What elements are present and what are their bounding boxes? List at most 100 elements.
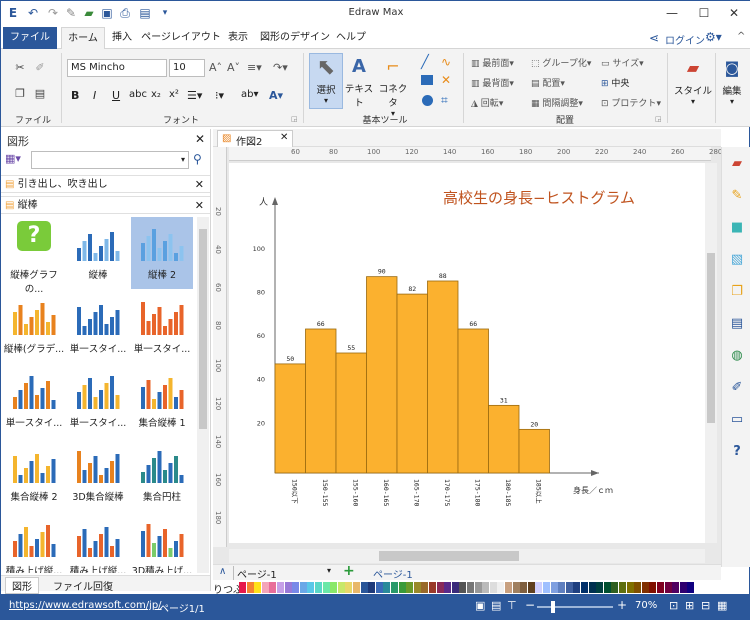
close-button[interactable]: ✕ bbox=[719, 3, 749, 23]
center-button[interactable]: ⊞ 中央 bbox=[601, 76, 629, 89]
color-swatch[interactable] bbox=[307, 582, 315, 593]
color-swatch[interactable] bbox=[269, 582, 277, 593]
ellipse-tool-icon[interactable] bbox=[422, 95, 433, 106]
canvas-hscrollbar[interactable] bbox=[229, 549, 705, 563]
highlight-icon[interactable]: ab▾ bbox=[241, 89, 259, 100]
color-swatch[interactable] bbox=[489, 582, 497, 593]
zoom-slider-thumb[interactable] bbox=[551, 601, 555, 613]
shape-item[interactable]: 積み上げ縦... bbox=[67, 513, 129, 573]
shape-item[interactable]: 単一スタイ... bbox=[3, 365, 65, 437]
zoom-slider[interactable] bbox=[537, 601, 613, 613]
color-swatch[interactable] bbox=[398, 582, 406, 593]
fit-width-icon[interactable]: ⊞ bbox=[685, 599, 694, 612]
color-swatch[interactable] bbox=[649, 582, 657, 593]
italic-icon[interactable]: I bbox=[93, 89, 96, 102]
align-button[interactable]: ▤ 配置▾ bbox=[531, 76, 565, 89]
tab-shape-design[interactable]: 図形のデザイン bbox=[257, 27, 333, 49]
minimize-button[interactable]: — bbox=[657, 3, 687, 23]
color-swatch[interactable] bbox=[611, 582, 619, 593]
color-swatch[interactable] bbox=[596, 582, 604, 593]
color-swatch[interactable] bbox=[421, 582, 429, 593]
shadow-icon[interactable]: ■ bbox=[728, 219, 746, 237]
rectangle-tool-icon[interactable] bbox=[421, 75, 433, 85]
color-swatch[interactable] bbox=[277, 582, 284, 593]
underline-icon[interactable]: U bbox=[112, 89, 120, 102]
color-swatch[interactable] bbox=[505, 582, 512, 593]
color-swatch[interactable] bbox=[459, 582, 467, 593]
color-swatch[interactable] bbox=[239, 582, 246, 593]
font-dialog-launcher-icon[interactable]: ◲ bbox=[291, 115, 298, 123]
color-swatch[interactable] bbox=[330, 582, 338, 593]
paste-icon[interactable]: ▤ bbox=[33, 87, 47, 101]
layers-icon[interactable]: ❐ bbox=[728, 283, 746, 301]
add-page-icon[interactable]: + bbox=[343, 563, 355, 579]
edit-button[interactable]: ◙ 編集 ▾ bbox=[717, 53, 747, 113]
close-icon[interactable]: ✕ bbox=[280, 132, 288, 143]
style-button[interactable]: ▰ スタイル ▾ bbox=[673, 53, 713, 113]
presentation-icon[interactable]: ⊤ bbox=[507, 599, 517, 612]
shape-item[interactable]: 単一スタイ... bbox=[131, 291, 193, 363]
color-swatch[interactable] bbox=[634, 582, 642, 593]
canvas-vscrollbar[interactable] bbox=[705, 163, 717, 543]
collapse-ribbon-icon[interactable]: ^ bbox=[737, 31, 745, 42]
bring-front-button[interactable]: ▥ 最前面▾ bbox=[471, 56, 514, 69]
text-direction-icon[interactable]: ↷▾ bbox=[273, 61, 288, 74]
cut-icon[interactable]: ✂ bbox=[13, 61, 27, 75]
line-icon[interactable]: ✎ bbox=[728, 187, 746, 205]
color-swatch[interactable] bbox=[565, 582, 573, 593]
expand-pages-icon[interactable]: ∧ bbox=[219, 566, 226, 577]
close-icon[interactable]: ✕ bbox=[195, 176, 204, 194]
font-color-icon[interactable]: A▾ bbox=[269, 89, 283, 102]
color-swatch[interactable] bbox=[467, 582, 474, 593]
rotate-button[interactable]: ◮ 回転▾ bbox=[471, 96, 503, 109]
library-columns[interactable]: ▤ 縦棒 ✕ bbox=[1, 196, 210, 214]
color-swatch[interactable] bbox=[679, 582, 687, 593]
shape-item[interactable]: 集合縦棒 1 bbox=[131, 365, 193, 437]
color-swatch[interactable] bbox=[497, 582, 505, 593]
color-swatch[interactable] bbox=[588, 582, 596, 593]
format-painter-icon[interactable]: ✐ bbox=[33, 61, 47, 75]
bullets-icon[interactable]: ⁝▾ bbox=[215, 89, 224, 102]
scroll-thumb[interactable] bbox=[707, 253, 715, 423]
color-swatch[interactable] bbox=[558, 582, 566, 593]
spacing-button[interactable]: ▦ 間隔調整▾ bbox=[531, 96, 583, 109]
color-swatch[interactable] bbox=[520, 582, 528, 593]
page-tab[interactable]: ページ-1 bbox=[373, 566, 413, 581]
tab-insert[interactable]: 挿入 bbox=[107, 27, 137, 49]
close-icon[interactable]: ✕ bbox=[195, 132, 205, 146]
fit-page-icon[interactable]: ⊡ bbox=[669, 599, 678, 612]
color-swatch[interactable] bbox=[345, 582, 353, 593]
font-name-select[interactable]: MS Mincho bbox=[67, 59, 167, 77]
color-swatch[interactable] bbox=[672, 582, 680, 593]
zoom-in-button[interactable]: + bbox=[617, 598, 627, 612]
curve-tool-icon[interactable]: ∿ bbox=[441, 55, 451, 69]
scroll-thumb[interactable] bbox=[199, 229, 207, 429]
color-swatch[interactable] bbox=[619, 582, 626, 593]
color-swatch[interactable] bbox=[436, 582, 444, 593]
grow-font-icon[interactable]: A˄ bbox=[209, 61, 222, 74]
scroll-thumb[interactable] bbox=[379, 551, 519, 561]
shapes-scrollbar[interactable] bbox=[197, 217, 209, 573]
line-spacing-icon[interactable]: ☰▾ bbox=[187, 89, 202, 102]
color-swatch[interactable] bbox=[550, 582, 558, 593]
color-swatch[interactable] bbox=[383, 582, 391, 593]
send-back-button[interactable]: ▥ 最背面▾ bbox=[471, 76, 514, 89]
color-swatch[interactable] bbox=[512, 582, 520, 593]
library-callouts[interactable]: ▤ 引き出し、吹き出し ✕ bbox=[1, 175, 210, 193]
color-swatch[interactable] bbox=[527, 582, 535, 593]
page-icon[interactable]: ▤ bbox=[728, 315, 746, 333]
note-icon[interactable]: ✐ bbox=[728, 379, 746, 397]
color-swatch[interactable] bbox=[368, 582, 376, 593]
shrink-font-icon[interactable]: A˅ bbox=[227, 61, 240, 74]
color-swatch[interactable] bbox=[375, 582, 383, 593]
shape-item[interactable]: 縦棒(グラデ... bbox=[3, 291, 65, 363]
tab-home[interactable]: ホーム bbox=[61, 27, 105, 50]
color-swatch[interactable] bbox=[246, 582, 254, 593]
shape-item[interactable]: 集合縦棒 2 bbox=[3, 439, 65, 511]
color-swatch[interactable] bbox=[664, 582, 672, 593]
shape-item[interactable]: 3D集合縦棒 bbox=[67, 439, 129, 511]
zoom-level[interactable]: 70% bbox=[635, 600, 657, 611]
group-button[interactable]: ⬚ グループ化▾ bbox=[531, 56, 591, 69]
color-swatch[interactable] bbox=[603, 582, 611, 593]
shape-item[interactable]: 単一スタイ... bbox=[67, 365, 129, 437]
